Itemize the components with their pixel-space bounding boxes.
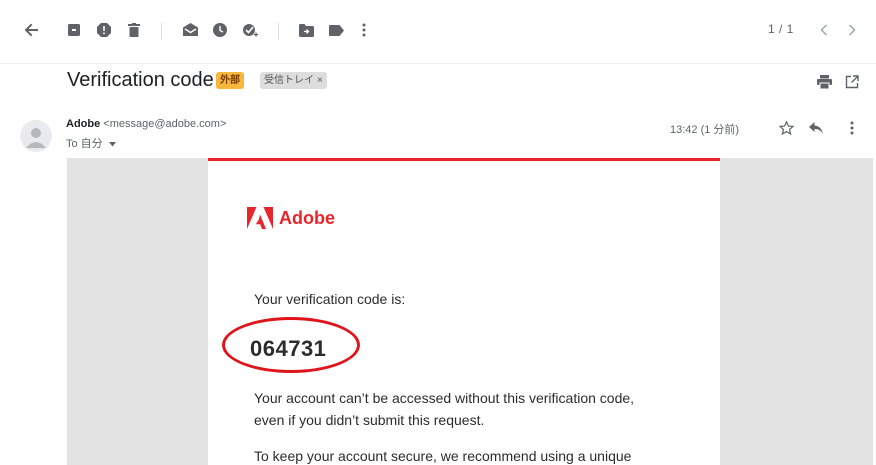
label-inbox-chip[interactable]: 受信トレイ × [260, 72, 327, 89]
label-icon[interactable] [326, 20, 346, 40]
adobe-brand-name: Adobe [279, 207, 335, 228]
add-task-icon[interactable] [240, 20, 260, 40]
sender-name[interactable]: Adobe [66, 118, 100, 130]
arrow-back-icon[interactable] [22, 20, 42, 40]
mark-unread-icon[interactable] [180, 20, 200, 40]
open-in-new-window-icon[interactable] [842, 72, 862, 92]
more-vert-icon[interactable] [842, 118, 862, 138]
snooze-icon[interactable] [210, 20, 230, 40]
body-line-3: To keep your account secure, we recommen… [254, 448, 632, 464]
highlight-circle [222, 317, 360, 373]
message-toolbar: 1 / 1 [0, 0, 876, 64]
intro-text: Your verification code is: [254, 291, 406, 307]
star-icon[interactable] [776, 118, 796, 138]
sender-avatar[interactable] [20, 120, 52, 152]
recipient-line[interactable]: To 自分 [66, 135, 116, 151]
label-inbox-text: 受信トレイ [264, 75, 314, 86]
chevron-left-icon[interactable] [814, 20, 834, 40]
more-vert-icon[interactable] [354, 20, 374, 40]
received-time: 13:42 (1 分前) [670, 124, 740, 136]
report-spam-icon[interactable] [94, 20, 114, 40]
message-card: Adobe Your verification code is: 064731 … [208, 158, 720, 465]
remove-label-button[interactable]: × [317, 75, 323, 86]
body-line-1: Your account can’t be accessed without t… [254, 390, 635, 406]
print-icon[interactable] [814, 72, 834, 92]
recipient-text: To 自分 [66, 138, 103, 150]
delete-icon[interactable] [124, 20, 144, 40]
gmail-message-view: 1 / 1 Verification code 外部 受信トレイ × Adobe … [0, 0, 876, 465]
adobe-logo-icon [247, 207, 273, 229]
archive-icon[interactable] [64, 20, 84, 40]
toolbar-divider [278, 22, 279, 40]
sender-address: <message@adobe.com> [103, 118, 227, 130]
label-external-badge: 外部 [216, 72, 244, 89]
email-subject: Verification code [67, 69, 214, 91]
body-line-2: even if you didn’t submit this request. [254, 412, 485, 428]
move-to-icon[interactable] [296, 20, 316, 40]
chevron-right-icon[interactable] [842, 20, 862, 40]
pager-count: 1 / 1 [768, 22, 794, 36]
reply-icon[interactable] [806, 118, 826, 138]
adobe-logo: Adobe [247, 207, 335, 229]
sender-line: Adobe <message@adobe.com> [66, 118, 226, 130]
caret-down-icon[interactable] [108, 142, 116, 147]
toolbar-divider [161, 22, 162, 40]
